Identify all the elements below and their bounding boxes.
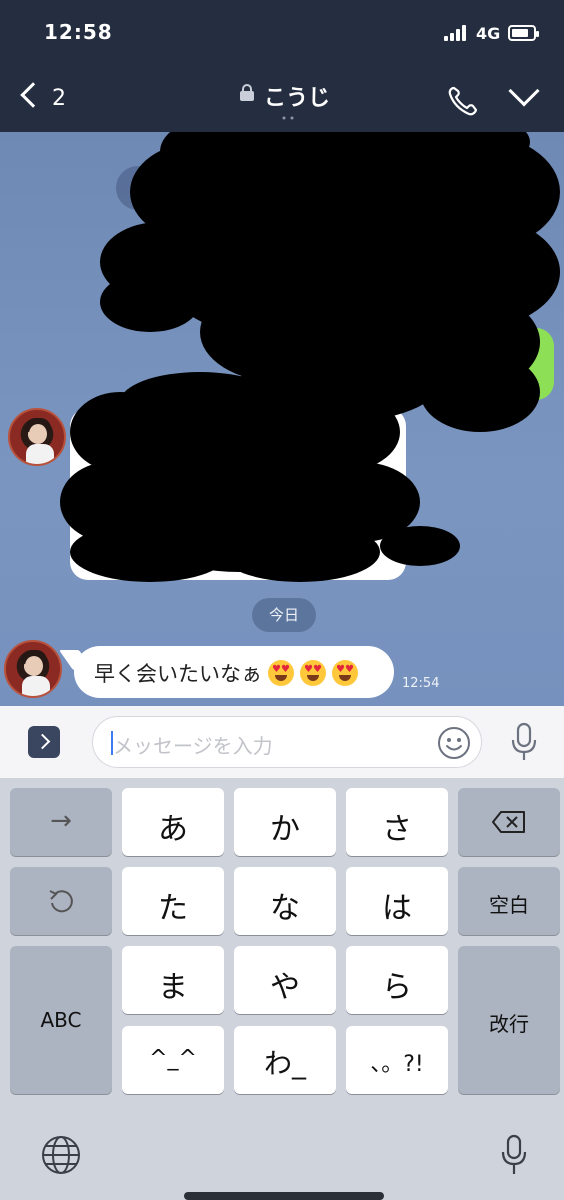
expand-icon[interactable]: [28, 726, 60, 758]
lock-icon: [240, 84, 254, 101]
signal-icon: [444, 25, 470, 41]
enter-key[interactable]: 改行: [458, 946, 560, 1094]
key-a[interactable]: あ: [122, 788, 224, 856]
message-text: 早く会いたいなぁ: [94, 658, 358, 688]
smile-icon[interactable]: [437, 726, 471, 760]
date-divider: 今日: [252, 598, 316, 632]
key-kaomoji[interactable]: ^_^: [122, 1026, 224, 1094]
heart-eyes-emoji: [300, 660, 326, 686]
battery-icon: [508, 25, 539, 41]
japanese-keyboard: → あ か さ た な は 空白 ABC ま や ら 改行 ^_^ わ_ 、。?…: [0, 778, 564, 1200]
chevron-left-icon: [20, 82, 46, 108]
status-time: 12:58: [44, 20, 113, 44]
heart-eyes-emoji: [332, 660, 358, 686]
abc-key[interactable]: ABC: [10, 946, 112, 1094]
key-ta[interactable]: た: [122, 867, 224, 935]
key-sa[interactable]: さ: [346, 788, 448, 856]
chat-area[interactable]: 今日 早く会いたいなぁ 12:54: [0, 132, 564, 706]
space-key[interactable]: 空白: [458, 867, 560, 935]
backspace-key[interactable]: [458, 788, 560, 856]
chevron-down-icon: [508, 75, 540, 107]
key-punctuation[interactable]: 、。?!: [346, 1026, 448, 1094]
mic-icon[interactable]: [508, 722, 540, 762]
page-dots: [282, 116, 294, 120]
backspace-icon: [492, 811, 525, 833]
received-message-bubble[interactable]: 早く会いたいなぁ: [74, 646, 394, 698]
chat-header: 2 こうじ: [0, 56, 564, 132]
phone-icon[interactable]: [446, 84, 480, 118]
key-wa[interactable]: わ_: [234, 1026, 336, 1094]
mic-icon[interactable]: [498, 1134, 530, 1176]
message-input-bar: メッセージを入力: [0, 706, 564, 778]
back-button[interactable]: 2: [20, 78, 80, 118]
network-type: 4G: [476, 24, 501, 43]
heart-eyes-emoji: [268, 660, 294, 686]
home-indicator[interactable]: [184, 1192, 384, 1200]
key-na[interactable]: な: [234, 867, 336, 935]
chat-title: こうじ: [264, 86, 331, 111]
status-bar: 12:58 4G: [0, 0, 564, 56]
message-timestamp: 12:54: [402, 676, 440, 691]
key-ma[interactable]: ま: [122, 946, 224, 1014]
key-arrow[interactable]: →: [10, 788, 112, 856]
key-ra[interactable]: ら: [346, 946, 448, 1014]
menu-toggle-button[interactable]: [508, 75, 542, 112]
chat-title-area[interactable]: こうじ: [230, 78, 370, 112]
avatar[interactable]: [4, 640, 62, 698]
key-ka[interactable]: か: [234, 788, 336, 856]
message-input-placeholder: メッセージを入力: [113, 734, 273, 758]
key-ya[interactable]: や: [234, 946, 336, 1014]
unread-count: 2: [52, 86, 66, 111]
line-chat-screen: 12:58 4G 2 こうじ 今日 早く会いたいなぁ♥ ♥♥ ♥♥ ♥ 12:5…: [0, 0, 564, 1200]
battery-level: [512, 29, 528, 37]
key-undo[interactable]: [10, 867, 112, 935]
globe-icon[interactable]: [40, 1134, 82, 1176]
undo-icon: [49, 890, 73, 913]
key-ha[interactable]: は: [346, 867, 448, 935]
message-input[interactable]: メッセージを入力: [92, 716, 482, 768]
